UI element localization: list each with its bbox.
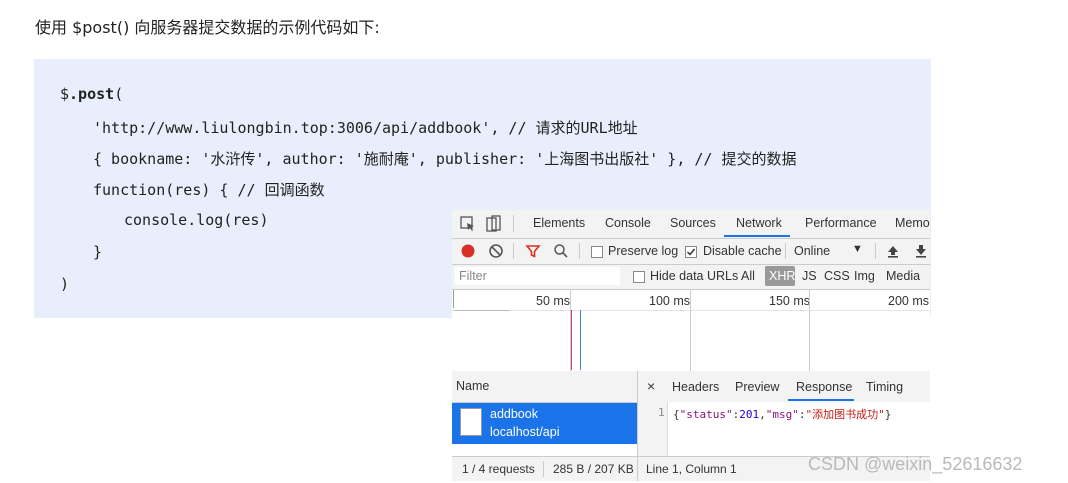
name-column-header[interactable]: Name [456, 379, 489, 393]
request-list-empty [452, 444, 637, 456]
active-tab-indicator [724, 235, 790, 237]
watermark: CSDN @weixin_52616632 [808, 454, 1023, 474]
grid-line [690, 290, 691, 380]
request-name: addbook [490, 407, 538, 421]
request-row-selected[interactable]: addbook localhost/api [452, 403, 637, 444]
tick-label: 200 ms [888, 294, 929, 308]
dom-marker [454, 310, 510, 311]
devtools-tab-bar: Elements Console Sources Network Perform… [452, 210, 930, 239]
code-line-1: $.post( [60, 85, 123, 103]
divider [579, 243, 580, 259]
filter-placeholder: Filter [459, 269, 487, 283]
tab-headers[interactable]: Headers [672, 380, 719, 394]
divider [637, 371, 638, 402]
tab-performance[interactable]: Performance [805, 216, 877, 230]
request-count: 1 / 4 requests [462, 462, 535, 476]
hide-data-urls-label: Hide data URLs [650, 269, 739, 283]
active-detail-tab-indicator [788, 399, 854, 401]
timeline-overview[interactable]: 50 ms 100 ms 150 ms 200 ms [452, 290, 930, 381]
tab-timing[interactable]: Timing [866, 380, 903, 394]
device-toolbar-icon[interactable] [486, 215, 502, 233]
code-dollar: $ [60, 85, 70, 103]
response-json: {"status":201,"msg":"添加图书成功"} [673, 406, 891, 422]
divider [513, 243, 514, 259]
filter-type-media[interactable]: Media [886, 269, 920, 283]
timeline-ruler [452, 290, 930, 311]
export-har-icon[interactable] [914, 243, 928, 259]
disable-cache-label: Disable cache [703, 244, 782, 258]
json-brace-close: } [884, 408, 892, 421]
code-line-2: 'http://www.liulongbin.top:3006/api/addb… [93, 119, 638, 137]
filter-icon[interactable] [525, 243, 541, 259]
preserve-log-checkbox[interactable] [591, 246, 603, 258]
filter-type-js[interactable]: JS [802, 269, 817, 283]
disable-cache-checkbox[interactable] [685, 246, 697, 258]
filter-bar: Filter Hide data URLs All XHR JS CSS Img… [452, 264, 930, 290]
chevron-down-icon[interactable]: ▼ [852, 243, 863, 255]
filter-input[interactable]: Filter [455, 267, 620, 285]
pane-header: Name × Headers Preview Response Timing [452, 371, 930, 403]
tab-sources[interactable]: Sources [670, 216, 716, 230]
json-key-msg: "msg" [765, 408, 799, 421]
inspect-element-icon[interactable] [460, 216, 476, 232]
code-line-7: ) [60, 275, 70, 293]
tab-network[interactable]: Network [736, 216, 782, 230]
divider [513, 215, 514, 232]
preserve-log-label: Preserve log [608, 244, 679, 258]
filter-type-css[interactable]: CSS [824, 269, 850, 283]
document-icon [460, 408, 482, 436]
filter-type-img[interactable]: Img [854, 269, 875, 283]
throttle-select[interactable]: Online [794, 244, 830, 258]
request-path: localhost/api [490, 425, 560, 439]
divider [785, 243, 786, 259]
cursor-position: Line 1, Column 1 [646, 462, 737, 476]
import-har-icon[interactable] [886, 243, 900, 259]
clear-icon[interactable] [488, 243, 504, 259]
tab-console[interactable]: Console [605, 216, 651, 230]
checkmark-icon [686, 248, 696, 256]
json-brace-open: { [673, 408, 680, 421]
tab-preview[interactable]: Preview [735, 380, 779, 394]
record-icon[interactable] [460, 243, 476, 259]
code-line-4: function(res) { // 回调函数 [93, 181, 325, 199]
json-value-status: 201 [739, 408, 760, 421]
filter-type-xhr-label: XHR [769, 269, 796, 283]
dom-content-loaded-marker [580, 310, 581, 370]
tab-response[interactable]: Response [796, 380, 852, 394]
tab-elements[interactable]: Elements [533, 216, 585, 230]
search-icon[interactable] [553, 243, 569, 259]
tick-label: 50 ms [536, 294, 571, 308]
json-key-status: "status" [679, 408, 733, 421]
code-paren: ( [114, 85, 124, 103]
tick-label: 100 ms [649, 294, 690, 308]
code-line-6: } [93, 243, 103, 261]
divider [637, 457, 638, 481]
line-number: 1 [658, 406, 665, 419]
close-icon[interactable]: × [647, 378, 655, 394]
response-viewer[interactable]: 1 {"status":201,"msg":"添加图书成功"} [638, 402, 930, 456]
network-toolbar: Preserve log Disable cache Online ▼ [452, 238, 930, 265]
intro-text: 使用 $post() 向服务器提交数据的示例代码如下: [35, 18, 380, 37]
grid-line [809, 290, 810, 380]
transfer-size: 285 B / 207 KB [553, 462, 634, 476]
hide-data-urls-checkbox[interactable] [633, 271, 645, 283]
grid-line [453, 290, 454, 308]
code-line-5: console.log(res) [124, 211, 269, 229]
filter-type-xhr[interactable]: XHR [765, 266, 795, 286]
json-comma: , [759, 408, 766, 421]
divider [875, 243, 876, 259]
load-marker-red [571, 310, 572, 370]
code-line-3: { bookname: '水浒传', author: '施耐庵', publis… [93, 150, 797, 168]
divider [543, 461, 544, 477]
code-post: .post [69, 85, 115, 103]
filter-type-all[interactable]: All [741, 269, 755, 283]
tick-label: 150 ms [769, 294, 810, 308]
devtools-panel: Elements Console Sources Network Perform… [452, 210, 930, 481]
tab-memory[interactable]: Memo [895, 216, 930, 230]
json-value-msg: "添加图书成功" [805, 408, 885, 421]
